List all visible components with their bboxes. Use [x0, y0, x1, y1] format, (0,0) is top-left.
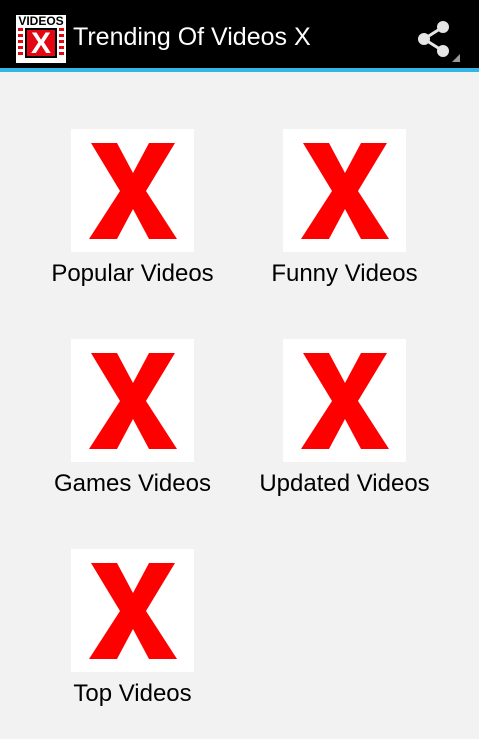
share-icon: [418, 21, 460, 62]
red-x-icon: [89, 353, 177, 449]
category-thumbnail[interactable]: [283, 129, 406, 252]
app-logo-x: X: [25, 28, 57, 59]
category-label: Popular Videos: [51, 260, 214, 287]
category-top-videos[interactable]: Top Videos: [30, 549, 230, 739]
red-x-icon: [89, 143, 177, 239]
category-thumbnail[interactable]: [71, 129, 194, 252]
category-label: Updated Videos: [259, 470, 430, 497]
red-x-icon: [301, 353, 389, 449]
category-label: Top Videos: [73, 680, 192, 707]
category-label: Funny Videos: [271, 260, 418, 287]
action-bar: VIDEOS X Trending Of Videos X: [0, 0, 479, 72]
share-button[interactable]: [412, 18, 462, 64]
category-updated-videos[interactable]: Updated Videos: [242, 339, 442, 529]
category-popular-videos[interactable]: Popular Videos: [30, 129, 230, 319]
category-thumbnail[interactable]: [71, 339, 194, 462]
app-logo[interactable]: VIDEOS X: [16, 15, 66, 63]
category-label: Games Videos: [54, 470, 211, 497]
category-funny-videos[interactable]: Funny Videos: [242, 129, 442, 319]
category-games-videos[interactable]: Games Videos: [30, 339, 230, 529]
film-strip-right: [59, 28, 64, 58]
film-strip-left: [18, 28, 23, 58]
red-x-icon: [301, 143, 389, 239]
app-title: Trending Of Videos X: [73, 23, 311, 51]
category-thumbnail[interactable]: [283, 339, 406, 462]
category-thumbnail[interactable]: [71, 549, 194, 672]
red-x-icon: [89, 563, 177, 659]
